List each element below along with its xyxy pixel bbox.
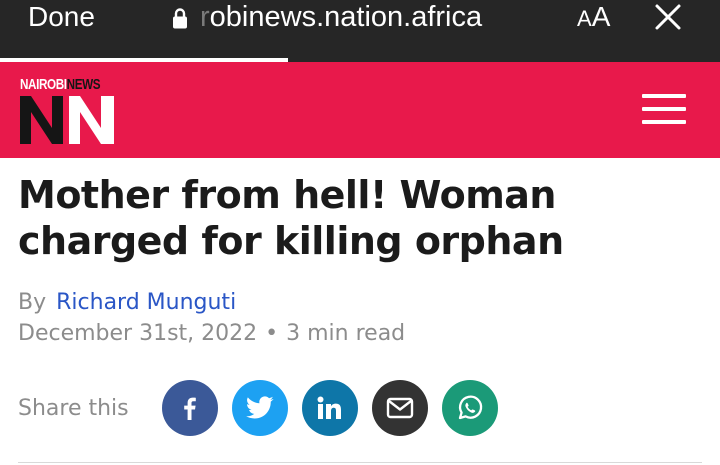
share-twitter-button[interactable] bbox=[232, 380, 288, 436]
linkedin-icon bbox=[317, 396, 341, 419]
email-icon bbox=[386, 397, 414, 419]
author-link[interactable]: Richard Munguti bbox=[56, 290, 236, 315]
share-whatsapp-button[interactable] bbox=[442, 380, 498, 436]
publish-date: December 31st, 2022 bbox=[18, 321, 258, 346]
by-label: By bbox=[18, 290, 47, 315]
site-header: NAIROBINEWS bbox=[0, 62, 720, 158]
twitter-icon bbox=[246, 396, 274, 419]
url-text: obinews.nation.africa bbox=[209, 1, 483, 33]
close-icon[interactable] bbox=[654, 3, 682, 31]
done-button[interactable]: Done bbox=[28, 0, 95, 34]
url-clipped-char: r bbox=[200, 1, 210, 33]
text-size-button[interactable]: AA bbox=[577, 0, 610, 34]
logo-wordmark: NAIROBINEWS bbox=[20, 76, 101, 93]
facebook-icon bbox=[184, 397, 196, 420]
hamburger-menu-icon[interactable] bbox=[642, 94, 686, 124]
browser-toolbar: Done robinews.nation.africa AA bbox=[0, 0, 720, 62]
content-divider bbox=[18, 462, 702, 463]
logo-nn-mark bbox=[20, 96, 114, 144]
site-logo[interactable]: NAIROBINEWS bbox=[20, 76, 114, 144]
share-label: Share this bbox=[18, 396, 129, 421]
share-linkedin-button[interactable] bbox=[302, 380, 358, 436]
article-meta: December 31st, 2022 • 3 min read bbox=[18, 321, 405, 346]
share-email-button[interactable] bbox=[372, 380, 428, 436]
share-facebook-button[interactable] bbox=[162, 380, 218, 436]
read-time: 3 min read bbox=[286, 321, 406, 346]
article-title: Mother from hell! Woman charged for kill… bbox=[18, 173, 564, 263]
whatsapp-icon bbox=[458, 395, 483, 420]
address-bar-url[interactable]: robinews.nation.africa bbox=[200, 0, 482, 34]
lock-icon bbox=[173, 8, 187, 29]
byline: By Richard Munguti bbox=[18, 290, 236, 315]
meta-separator: • bbox=[265, 321, 279, 346]
